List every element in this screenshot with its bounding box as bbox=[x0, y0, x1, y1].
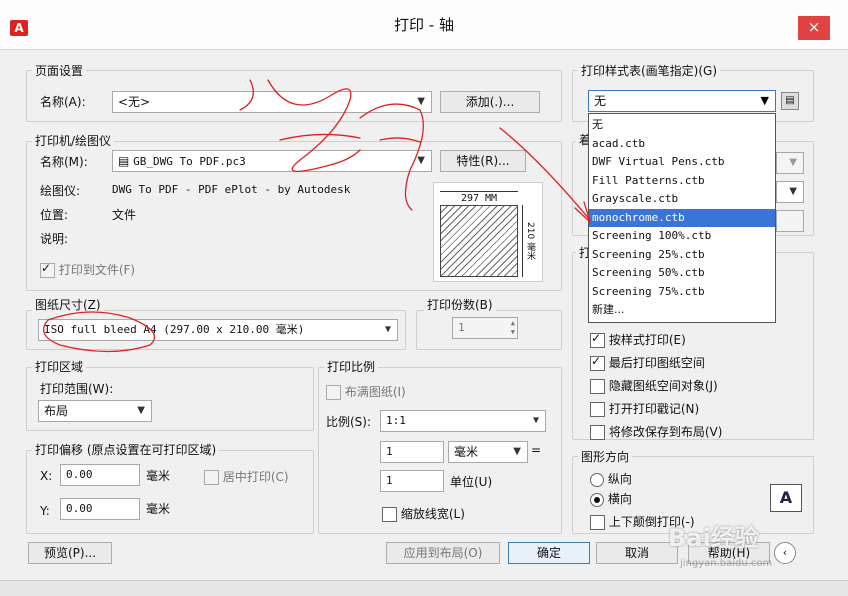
annotation-stroke bbox=[359, 103, 424, 211]
annotation-stroke bbox=[499, 127, 591, 223]
annotation-stroke bbox=[279, 133, 361, 141]
red-annotation-strokes bbox=[42, 79, 591, 353]
annotation-stroke bbox=[379, 137, 421, 143]
bottom-strip bbox=[0, 580, 848, 596]
annotation-stroke bbox=[239, 79, 254, 111]
annotation-stroke bbox=[42, 311, 156, 353]
annotation-stroke bbox=[267, 79, 361, 173]
